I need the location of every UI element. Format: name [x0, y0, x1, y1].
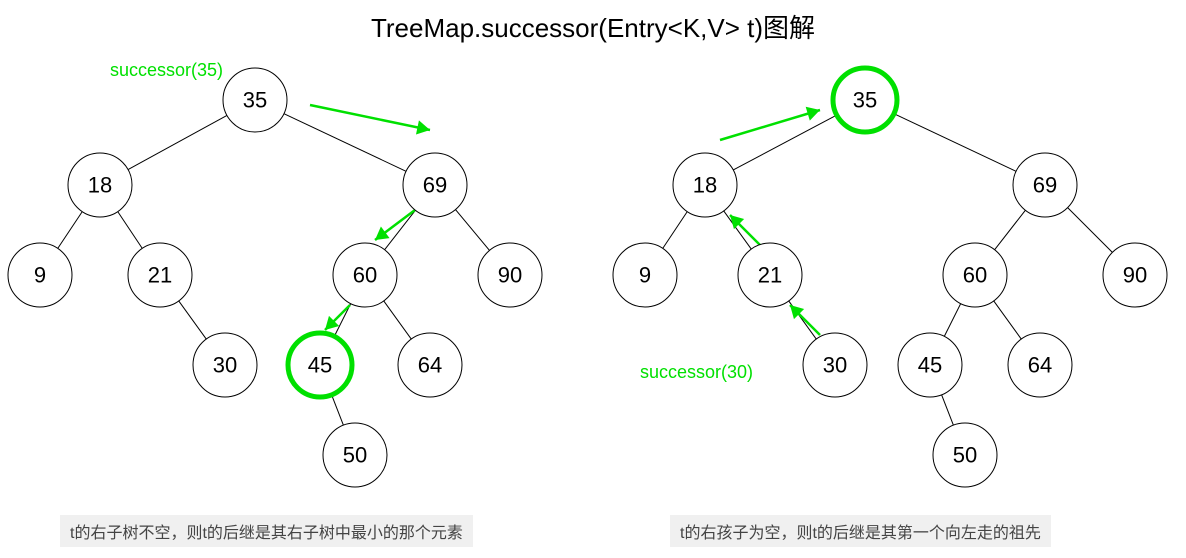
tree-node-value: 64 — [418, 353, 442, 378]
tree-node-value: 35 — [853, 88, 877, 113]
arrowhead-icon — [806, 107, 820, 121]
tree-node-value: 64 — [1028, 353, 1052, 378]
tree-node-value: 21 — [148, 263, 172, 288]
tree-node-value: 90 — [1123, 263, 1147, 288]
tree-node-value: 21 — [758, 263, 782, 288]
tree-node-value: 45 — [918, 353, 942, 378]
tree-edge — [58, 212, 82, 249]
tree-node-value: 90 — [498, 263, 522, 288]
successor-arrow — [720, 110, 820, 140]
tree-edge — [942, 395, 954, 425]
tree-edge — [384, 301, 412, 339]
successor-arrow — [310, 105, 430, 130]
tree-edge — [1068, 208, 1113, 253]
tree-node-value: 69 — [423, 173, 447, 198]
tree-node-value: 30 — [213, 353, 237, 378]
tree-edge — [332, 395, 344, 425]
tree-node-value: 18 — [88, 173, 112, 198]
tree-node-value: 50 — [343, 443, 367, 468]
tree-node-value: 45 — [308, 353, 332, 378]
tree-node-value: 9 — [639, 263, 651, 288]
tree-node-value: 69 — [1033, 173, 1057, 198]
tree-node-value: 60 — [963, 263, 987, 288]
tree-node-value: 50 — [953, 443, 977, 468]
tree-edge — [995, 210, 1026, 249]
tree-edge — [944, 304, 960, 337]
tree-edge — [118, 212, 142, 249]
tree-node-value: 30 — [823, 353, 847, 378]
trees-svg: 35 18 69 9 21 60 90 30 45 64 50 35 18 69 9 21 60 90 30 45 6… — [0, 0, 1186, 558]
tree-node-value: 60 — [353, 263, 377, 288]
left-tree: 35 18 69 9 21 60 90 30 45 64 50 — [8, 68, 542, 487]
tree-edge — [733, 115, 836, 170]
tree-node-value: 18 — [693, 173, 717, 198]
tree-edge — [994, 301, 1022, 339]
right-tree: 35 18 69 9 21 60 90 30 45 64 50 — [613, 68, 1167, 487]
tree-edge — [894, 114, 1016, 172]
tree-node-value: 35 — [243, 88, 267, 113]
tree-node-value: 9 — [34, 263, 46, 288]
tree-edge — [128, 115, 227, 169]
tree-edge — [455, 210, 489, 251]
arrowhead-icon — [375, 227, 390, 240]
tree-edge — [724, 211, 752, 249]
arrowhead-icon — [416, 120, 430, 134]
tree-edge — [179, 301, 207, 339]
tree-edge — [663, 212, 687, 249]
